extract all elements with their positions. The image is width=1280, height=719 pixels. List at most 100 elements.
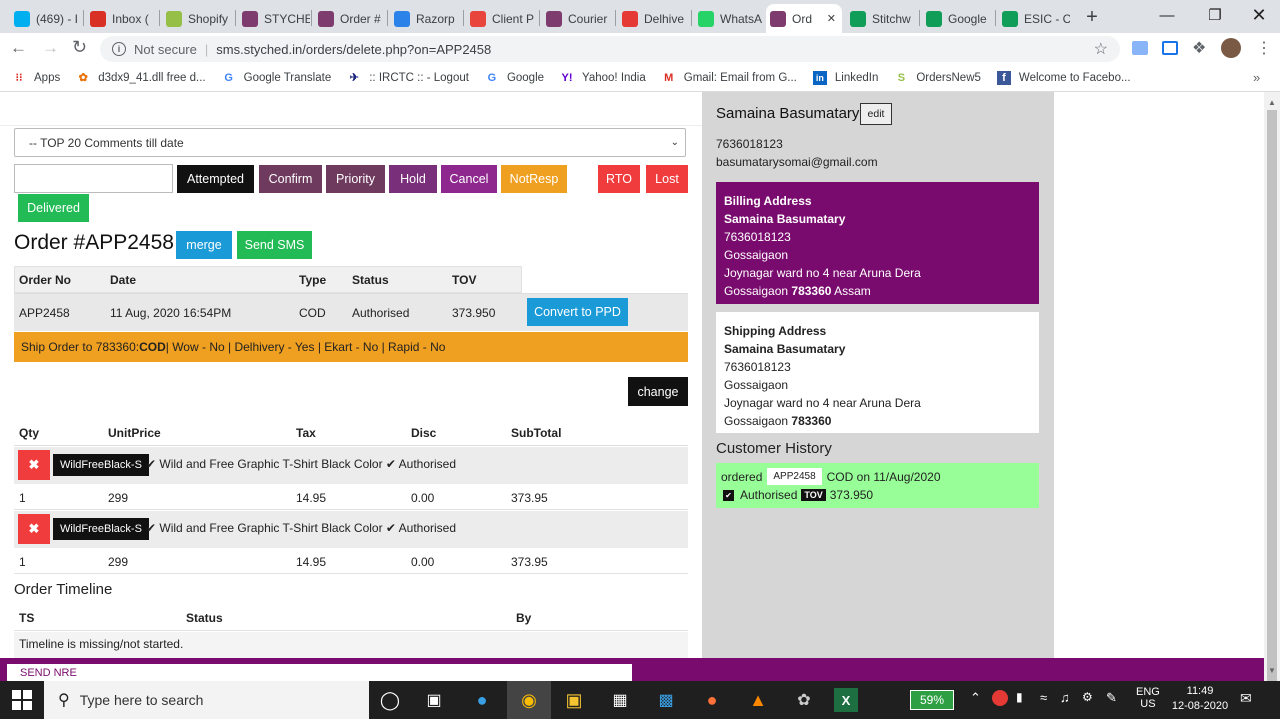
tab[interactable]: Stitchw [846,4,918,33]
item-subtotal: 373.95 [511,555,548,569]
timeline-empty-row: Timeline is missing/not started. [14,632,688,658]
windows-start-icon[interactable] [12,690,32,710]
reload-button[interactable]: ↻ [72,37,87,58]
tab[interactable]: Ord ✕ [766,4,842,33]
avatar[interactable] [1221,38,1241,58]
clock[interactable]: 11:49 12-08-2020 [1168,685,1232,712]
delete-item-button[interactable]: ✖ [18,450,50,480]
merge-button[interactable]: merge [176,231,232,259]
bookmark-item[interactable]: ✈:: IRCTC :: - Logout [347,71,469,85]
bookmark-item[interactable]: G Google [485,71,544,85]
volume-icon[interactable]: ♫ [1060,690,1070,705]
tab[interactable]: (469) - I [10,4,82,33]
order-title: Order #APP2458 [14,231,174,254]
apps-icon: ⁝⁝ [15,72,23,84]
firefox-icon[interactable]: ● [698,686,726,714]
rto-button[interactable]: RTO [598,165,640,193]
vlc-icon[interactable]: ▲ [744,686,772,714]
minimize-button[interactable]: — [1144,0,1190,30]
bookmark-item[interactable]: M Gmail: Email from G... [662,71,797,85]
tab[interactable]: Delhive [618,4,690,33]
tab[interactable]: Client P [466,4,538,33]
tab[interactable]: Inbox ( [86,4,158,33]
hold-button[interactable]: Hold [389,165,437,193]
tab[interactable]: Order # [314,4,386,33]
close-window-button[interactable]: ✕ [1236,0,1280,30]
comment-input[interactable] [14,164,173,193]
comments-select[interactable]: -- TOP 20 Comments till date ⌄ [14,128,686,157]
subtotal-header: SubTotal [511,426,562,440]
task-view-icon[interactable]: ▣ [420,686,448,714]
extension-icon[interactable] [1162,41,1178,55]
bookmark-item[interactable]: ✿ d3dx9_41.dll free d... [76,71,206,85]
tray-app-icon[interactable] [992,690,1008,706]
tab[interactable]: Razorp [390,4,462,33]
notification-icon[interactable]: ✉ [1240,690,1252,707]
history-order-badge[interactable]: APP2458 [767,468,822,485]
app-icon[interactable]: ✿ [790,686,818,714]
bookmark-item[interactable]: G Google Translate [222,71,331,85]
cancel-button[interactable]: Cancel [441,165,497,193]
tab[interactable]: STYCHE [238,4,310,33]
close-tab-icon[interactable]: ✕ [827,12,836,25]
maximize-button[interactable]: ❐ [1192,0,1238,30]
cortana-icon[interactable]: ◯ [376,686,404,714]
back-button[interactable]: ← [10,38,27,58]
lost-button[interactable]: Lost [646,165,688,193]
attempted-button[interactable]: Attempted [177,165,254,193]
tab[interactable]: Shopify [162,4,234,33]
delete-item-button[interactable]: ✖ [18,514,50,544]
edit-customer-button[interactable]: edit [860,103,892,125]
bookmark-item[interactable]: Y! Yahoo! India [560,71,646,85]
separator: | [204,41,209,57]
url-text[interactable]: sms.styched.in/orders/delete.php?on=APP2… [216,42,491,57]
facebook-icon: f [996,70,1011,85]
battery-icon[interactable]: ▮ [1016,690,1023,704]
edge-icon[interactable]: ● [468,686,496,714]
info-icon[interactable]: i [112,42,126,56]
address-bar[interactable]: i Not secure | sms.styched.in/orders/del… [100,36,1120,62]
bookmark-star-icon[interactable]: ☆ [1094,39,1108,59]
notresp-button[interactable]: NotResp [501,165,567,193]
battery-indicator[interactable]: 59% [910,690,954,710]
bookmark-item[interactable]: S OrdersNew5 [894,71,981,85]
clock-date: 12-08-2020 [1171,700,1229,712]
convert-to-ppd-button[interactable]: Convert to PPD [527,298,628,326]
chrome-icon[interactable]: ◉ [515,686,543,714]
history-status: Authorised [740,488,798,502]
excel-icon[interactable]: X [834,688,858,712]
send-nre-input[interactable]: SEND NRE [7,664,632,681]
tray-icon[interactable]: ⚙ [1082,690,1093,704]
tab[interactable]: WhatsA [694,4,766,33]
priority-button[interactable]: Priority [326,165,385,193]
bookmark-item[interactable]: in LinkedIn [812,70,878,85]
delivered-button[interactable]: Delivered [18,194,89,222]
chevron-down-icon: ⌄ [670,137,679,148]
bookmark-item[interactable]: ⁝⁝ Apps [12,71,61,85]
file-explorer-icon[interactable]: ▣ [560,686,588,714]
tab[interactable]: Courier [542,4,614,33]
wifi-icon[interactable]: ≈ [1040,690,1047,705]
linkedin-icon: in [812,70,827,85]
tab[interactable]: ESIC - C [998,4,1070,33]
taskbar-search-box[interactable]: ⚲ Type here to search [44,681,369,719]
more-bookmarks-icon[interactable]: » [1253,70,1260,85]
pen-icon[interactable]: ✎ [1106,690,1117,706]
bookmark-label: Apps [34,71,61,84]
change-button[interactable]: change [628,377,688,406]
store-icon[interactable]: ▦ [606,686,634,714]
tab[interactable]: Google [922,4,994,33]
new-tab-button[interactable]: + [1078,4,1106,30]
language-indicator[interactable]: ENG US [1136,686,1160,710]
remote-desktop-icon[interactable]: ▩ [652,686,680,714]
bookmark-item[interactable]: f Welcome to Facebo... [996,70,1131,85]
ship-order-banner: Ship Order to 783360: COD | Wow - No | D… [14,332,688,362]
confirm-button[interactable]: Confirm [259,165,322,193]
send-sms-button[interactable]: Send SMS [237,231,312,259]
forward-button[interactable]: → [42,38,59,58]
extensions-puzzle-icon[interactable]: ❖ [1192,38,1206,58]
page-scrollbar[interactable]: ▲ ▼ [1264,92,1280,686]
menu-kebab-icon[interactable]: ⋮ [1256,38,1272,58]
extension-icon[interactable] [1132,41,1148,55]
show-hidden-icons[interactable]: ⌃ [970,690,981,706]
